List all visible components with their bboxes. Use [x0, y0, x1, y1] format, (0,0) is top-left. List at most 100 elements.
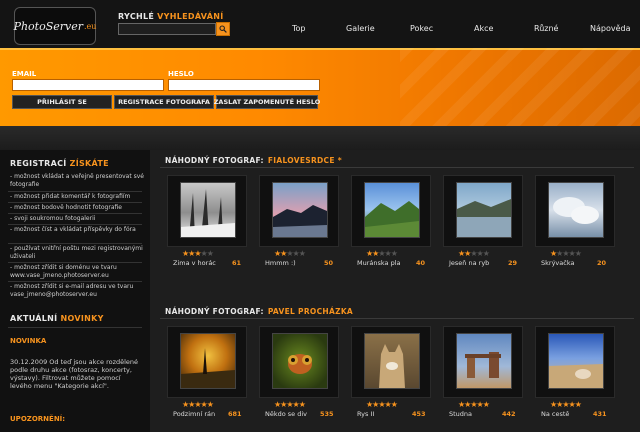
- photo-score: 442: [502, 410, 516, 418]
- photo-score: 453: [412, 410, 426, 418]
- nav-item-napoveda[interactable]: Nápověda: [590, 24, 631, 33]
- benefit-item: - možnost zřídit si doménu ve tvaru www.…: [10, 264, 117, 279]
- quick-search-button[interactable]: [216, 22, 230, 36]
- photo-score: 20: [597, 259, 607, 267]
- nav-item-ruzne[interactable]: Různé: [534, 24, 558, 33]
- nav-item-pokec[interactable]: Pokec: [410, 24, 433, 33]
- photo-caption[interactable]: Skrývačka: [541, 259, 574, 267]
- photo-card[interactable]: [535, 326, 615, 398]
- forgot-password-button[interactable]: ZASLAT ZAPOMENUTÉ HESLO: [214, 95, 320, 109]
- photo-card[interactable]: [351, 326, 431, 398]
- photo-image: [181, 189, 235, 237]
- photo-image: [181, 348, 235, 388]
- photo-score: 50: [324, 259, 334, 267]
- photo-card[interactable]: [443, 326, 523, 398]
- page: PhotoServer .eu RYCHLÉ VYHLEDÁVÁNÍ Top Gal…: [0, 0, 640, 432]
- rating-stars: ★★★★★: [550, 249, 582, 258]
- email-field[interactable]: [12, 79, 164, 91]
- rating-stars: ★★★★★: [274, 400, 306, 409]
- rating-stars: ★★★★★: [366, 249, 398, 258]
- photo-image: [379, 344, 405, 388]
- photographer-link[interactable]: FIALOVESRDCE *: [268, 156, 342, 165]
- photo-caption[interactable]: Zima v horác: [173, 259, 216, 267]
- photographer-link[interactable]: PAVEL PROCHÁZKA: [268, 307, 353, 316]
- photo-thumbnail[interactable]: [456, 333, 512, 389]
- photo-image: [457, 199, 511, 237]
- photo-caption[interactable]: Rys II: [357, 410, 374, 418]
- photo-thumbnail[interactable]: [364, 333, 420, 389]
- register-button[interactable]: REGISTRACE FOTOGRAFA: [114, 95, 214, 109]
- section-label: NÁHODNÝ FOTOGRAF:: [165, 307, 264, 316]
- photo-card[interactable]: [535, 175, 615, 247]
- photo-card[interactable]: [167, 326, 247, 398]
- benefit-item: - možnost bodově hodnotit fotografie: [10, 204, 122, 211]
- photo-caption[interactable]: Studna: [449, 410, 472, 418]
- registration-heading-text: REGISTRACÍ: [10, 159, 67, 168]
- photo-score: 61: [232, 259, 242, 267]
- photo-card[interactable]: [259, 326, 339, 398]
- top-bar: PhotoServer .eu RYCHLÉ VYHLEDÁVÁNÍ Top Gal…: [0, 0, 640, 48]
- divider: [8, 224, 142, 225]
- photo-thumbnail[interactable]: [364, 182, 420, 238]
- news-body: 30.12.2009 Od teď jsou akce rozdělené po…: [10, 358, 139, 390]
- photo-image: [549, 364, 603, 388]
- photo-thumbnail[interactable]: [548, 333, 604, 389]
- divider: [8, 202, 142, 203]
- divider: [8, 262, 142, 263]
- photo-caption[interactable]: Na cestě: [541, 410, 569, 418]
- divider: [8, 213, 142, 214]
- news-heading-text: AKTUÁLNÍ: [10, 314, 58, 323]
- photo-card[interactable]: [351, 175, 431, 247]
- photo-caption[interactable]: Muránska pla: [357, 259, 401, 267]
- news-heading-accent: NOVINKY: [60, 314, 104, 323]
- photo-caption[interactable]: Někdo se div: [265, 410, 307, 418]
- rating-stars: ★★★★★: [550, 400, 582, 409]
- nav-item-top[interactable]: Top: [292, 24, 306, 33]
- rating-stars: ★★★★★: [182, 249, 214, 258]
- registration-heading: REGISTRACÍ ZÍSKÁTE: [10, 159, 109, 168]
- benefit-item: - možnost zřídit si e-mail adresu ve tva…: [10, 283, 134, 298]
- password-field[interactable]: [168, 79, 320, 91]
- photo-card[interactable]: [443, 175, 523, 247]
- photo-thumbnail[interactable]: [180, 182, 236, 238]
- photo-thumbnail[interactable]: [272, 333, 328, 389]
- photo-thumbnail[interactable]: [180, 333, 236, 389]
- benefit-item: - možnost přidat komentář k fotografiím: [10, 193, 131, 200]
- divider: [8, 191, 142, 192]
- nav-item-galerie[interactable]: Galerie: [346, 24, 375, 33]
- password-label: HESLO: [168, 70, 194, 78]
- email-label: EMAIL: [12, 70, 37, 78]
- quick-search-label-2: VYHLEDÁVÁNÍ: [157, 12, 224, 21]
- notice-title: UPOZORNĚNÍ:: [10, 415, 66, 423]
- photo-card[interactable]: [167, 175, 247, 247]
- login-button[interactable]: PŘIHLÁSIT SE: [12, 95, 112, 109]
- section-label: NÁHODNÝ FOTOGRAF:: [165, 156, 264, 165]
- photo-thumbnail[interactable]: [456, 182, 512, 238]
- photo-image: [273, 205, 327, 237]
- quick-search-label: RYCHLÉ VYHLEDÁVÁNÍ: [118, 12, 224, 21]
- photo-caption[interactable]: Jeseň na ryb: [449, 259, 489, 267]
- search-icon: [219, 25, 227, 33]
- benefit-item: - svoji soukromou fotogalerii: [10, 215, 96, 222]
- news-title: NOVINKA: [10, 337, 47, 345]
- quick-search-input[interactable]: [118, 23, 216, 35]
- band-shadow: [0, 126, 640, 152]
- rating-stars: ★★★★★: [458, 400, 490, 409]
- photo-thumbnail[interactable]: [548, 182, 604, 238]
- photo-image: [553, 197, 599, 224]
- rating-stars: ★★★★★: [458, 249, 490, 258]
- photo-score: 431: [593, 410, 607, 418]
- photo-card[interactable]: [259, 175, 339, 247]
- section-heading: NÁHODNÝ FOTOGRAF: FIALOVESRDCE *: [165, 156, 342, 165]
- site-logo[interactable]: PhotoServer .eu: [14, 7, 96, 45]
- rating-stars: ★★★★★: [182, 400, 214, 409]
- photo-score: 40: [416, 259, 426, 267]
- rating-stars: ★★★★★: [366, 400, 398, 409]
- nav-item-akce[interactable]: Akce: [474, 24, 493, 33]
- photo-caption[interactable]: Hmmm :): [265, 259, 296, 267]
- divider: [160, 318, 634, 319]
- divider: [160, 167, 634, 168]
- photo-image: [288, 354, 312, 374]
- photo-thumbnail[interactable]: [272, 182, 328, 238]
- photo-caption[interactable]: Podzimní rán: [173, 410, 215, 418]
